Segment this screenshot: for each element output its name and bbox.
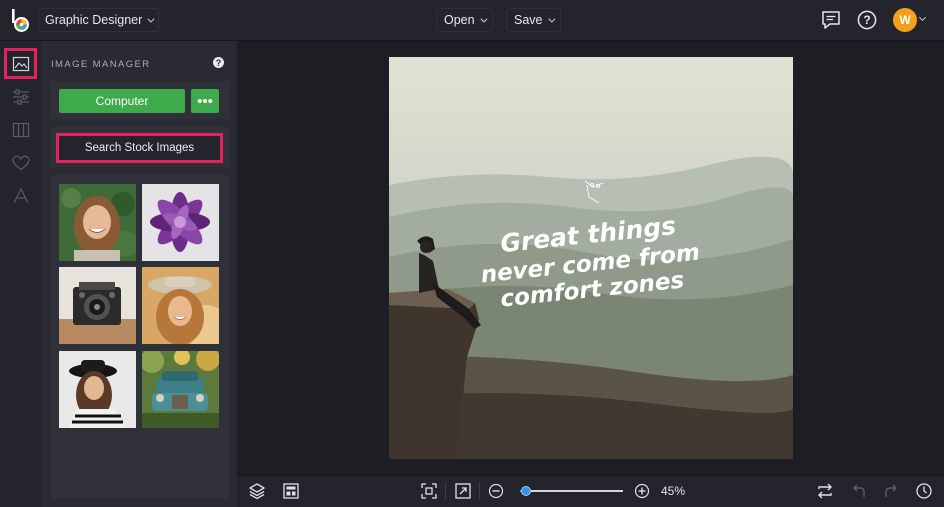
search-stock-images-label: Search Stock Images [84,142,195,154]
rail-item-adjustments[interactable] [4,81,37,112]
history-icon[interactable] [915,482,933,500]
logo-icon[interactable] [9,8,33,34]
app-switcher[interactable]: Graphic Designer [38,8,160,32]
thumbnail-vintage-camera[interactable] [59,267,136,344]
user-avatar[interactable]: W [893,8,917,32]
chevron-down-icon [479,15,488,23]
more-sources-button[interactable]: ••• [191,89,219,113]
open-menu-label: Open [444,13,475,27]
thumbnail-woman-hat-sun[interactable] [142,267,219,344]
redo-icon[interactable] [882,482,900,500]
chevron-down-icon[interactable] [918,13,927,22]
image-icon [12,56,29,71]
computer-upload-label: Computer [95,94,149,108]
canvas-artwork: Great things never come from comfort zon… [389,57,793,459]
panel-title: IMAGE MANAGER [51,59,151,70]
app-root: Graphic Designer Open Save ? W IMAGE MAN… [0,0,944,507]
top-bar: Graphic Designer Open Save ? W [0,0,944,41]
rail-item-layouts[interactable] [4,114,37,145]
undo-icon[interactable] [850,482,868,500]
woman-black-hat-image [59,351,136,428]
rail-item-text[interactable] [4,180,37,211]
purple-succulent-image [142,184,219,261]
toolbar-divider [445,482,446,500]
tool-rail [0,41,41,507]
panel-help-symbol: ? [215,57,222,68]
heart-icon [11,155,30,170]
thumbnail-vintage-truck[interactable] [142,351,219,428]
thumbnail-woman-black-hat[interactable] [59,351,136,428]
columns-icon [12,122,29,137]
sliders-icon [12,88,29,105]
computer-upload-button[interactable]: Computer [59,89,185,113]
chevron-down-icon [547,15,555,23]
save-menu-button[interactable]: Save [506,8,561,32]
help-icon[interactable]: ? [856,9,878,31]
panel-help-icon[interactable]: ? [213,57,224,68]
zoom-in-icon[interactable] [633,482,651,500]
layout-icon[interactable] [282,482,300,500]
thumbnail-purple-succulent[interactable] [142,184,219,261]
woman-hat-sun-image [142,267,219,344]
svg-text:?: ? [863,13,870,27]
vintage-truck-image [142,351,219,428]
thumbnail-woman-smiling[interactable] [59,184,136,261]
toolbar-divider [479,482,480,500]
app-switcher-label: Graphic Designer [45,13,143,27]
open-menu-button[interactable]: Open [436,8,493,32]
woman-smiling-image [59,184,136,261]
vintage-camera-image [59,267,136,344]
search-stock-images-button[interactable]: Search Stock Images [56,133,223,163]
chevron-down-icon [147,15,155,23]
layers-icon[interactable] [248,482,266,500]
more-sources-label: ••• [197,92,213,110]
rail-item-favorites[interactable] [4,147,37,178]
user-initial: W [899,13,911,27]
zoom-slider-track[interactable] [520,490,623,492]
rail-item-image-manager[interactable] [4,48,37,79]
text-a-icon [12,187,29,203]
comments-icon[interactable] [820,9,842,31]
expand-icon[interactable] [454,482,472,500]
image-manager-panel: IMAGE MANAGER ? Computer ••• Search Stoc… [41,41,237,507]
fit-screen-icon[interactable] [420,482,438,500]
zoom-out-icon[interactable] [487,482,505,500]
save-menu-label: Save [514,13,543,27]
swap-icon[interactable] [816,482,834,500]
zoom-percentage: 45% [661,484,686,498]
design-canvas[interactable]: Great things never come from comfort zon… [389,57,793,459]
